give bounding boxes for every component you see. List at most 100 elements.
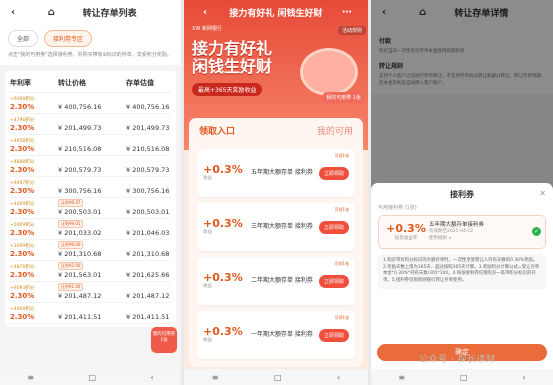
rate-value: 2.30% [10,123,35,132]
home-icon[interactable]: ⌂ [44,7,58,18]
valuation-cell: ¥ 201,310.68 [126,249,170,258]
valuation-cell: ¥ 201,625.66 [126,270,170,279]
claim-button[interactable]: 立即领取 [318,166,349,180]
points-badge: +5009积分 [10,222,35,228]
price-cell: ¥ 201,310.68 [58,249,102,258]
offer-name: 五年期大额存单 接利券 [251,168,313,176]
offer-rate-unit: 收益 [203,175,212,181]
table-row[interactable]: +4876积分 2.30% 让利¥2.00 ¥ 201,563.01 ¥ 201,625… [10,261,171,282]
page-title: 转让存单列表 [82,8,137,19]
header-valuation: 存单估值 [126,78,154,87]
price-cell: ¥ 201,499.73 [58,123,102,132]
valuation-cell: ¥ 201,499.73 [126,123,170,132]
tab-my-coupons[interactable]: 我的可用 [317,124,353,137]
claim-count: 可领1张 [334,261,349,266]
rate-cell: +4958积分 2.30% [10,136,58,155]
back-nav-icon[interactable]: ‹ [337,373,340,382]
tab-all[interactable]: 全部 [8,30,39,47]
table-row[interactable]: +4888积分 2.30% ¥ 200,579.73 ¥ 200,579.73 [10,156,171,177]
discount-tag: 让利¥1.00 [58,282,84,291]
rate-value: 2.30% [10,270,35,279]
coupon-expiry: 有效期至2025-04-22 [429,229,474,235]
menu-icon[interactable]: ≡ [27,373,34,382]
discount-tag: 让利¥9.37 [58,198,84,207]
tab-claim[interactable]: 领取入口 [199,124,235,137]
valuation-cell: ¥ 201,411.51 [126,312,170,321]
rate-value: 2.30% [10,312,35,321]
top-bar: ‹ ⌂ 转让存单列表 [0,0,181,24]
price-cell: ¥ 201,411.51 [58,312,102,321]
rate-cell: +5009积分 2.30% [10,220,58,239]
close-icon[interactable]: ✕ [539,189,546,198]
table-row[interactable]: +9497积分 2.30% ¥ 300,756.16 ¥ 300,756.16 [10,177,171,198]
detail-screen: ‹ ⌂ 转让存单详情 付款 购买当日一次性支付存单本金及持有期利息 转让规则 支… [371,0,553,385]
home-nav-icon[interactable]: □ [460,373,468,382]
claim-button[interactable]: 立即领取 [318,274,349,288]
offer-rate-unit: 收益 [203,337,212,343]
system-nav: ≡ □ ‹ [0,369,181,385]
offer-rate: +0.3% 收益 [203,164,251,181]
table-row[interactable]: +5009积分 2.30% 让利¥9.01 ¥ 201,033.02 ¥ 201,046… [10,219,171,240]
menu-icon[interactable]: ≡ [398,373,405,382]
more-icon[interactable]: ⋯ [340,7,354,18]
claim-button[interactable]: 立即领取 [318,220,349,234]
home-nav-icon[interactable]: □ [88,373,96,382]
coupon-sheet: 接利券 ✕ 可用接利券 (1张) +0.3% 加息收益率 五年期大额存单接利券 … [371,183,553,385]
back-nav-icon[interactable]: ‹ [522,373,525,382]
offer-rate-unit: 收益 [203,229,212,235]
valuation-cell: ¥ 200,579.73 [126,165,170,174]
coupon-description: 1.购买带有积分标识的大额存单时，一次性享受转让人持有天数的0.30%奖励。2.… [378,253,546,290]
coupon-tabs: 领取入口 我的可用 [193,122,359,143]
table-row[interactable]: +9469积分 2.30% ¥ 400,756.16 ¥ 400,756.16 [10,93,171,114]
coupon-offer-card: +0.3% 收益 二年期大额存单 接利券 立即领取 可领1张 [197,257,355,305]
claim-button[interactable]: 立即领取 [318,328,349,342]
page-title: 接力有好礼 闲钱生好财 [229,8,323,19]
valuation-cell: ¥ 200,503.01 [126,207,170,216]
offer-name: 三年期大额存单 接利券 [251,222,313,230]
menu-icon[interactable]: ≡ [212,373,219,382]
table-row[interactable]: +4796积分 2.30% ¥ 201,499.73 ¥ 201,499.73 [10,114,171,135]
coupon-card[interactable]: +0.3% 加息收益率 五年期大额存单接利券 有效期至2025-04-22 使用… [378,215,546,249]
back-icon[interactable]: ‹ [198,7,212,18]
table-row[interactable]: +4469积分 2.30% 让利¥9.37 ¥ 200,503.01 ¥ 200,503… [10,198,171,219]
header-rate: 年利率 [10,78,31,87]
tab-coupon-zone[interactable]: 接利券专区 [44,30,93,47]
valuation-cell: ¥ 201,046.03 [126,228,170,237]
rules-link[interactable]: 活动规则 [337,26,366,35]
price-cell: ¥ 201,563.01 [58,270,102,279]
my-coupon-float[interactable]: 我的可用券 1张 [151,327,177,353]
available-count: 可用接利券 (1张) [378,205,417,211]
price-cell: ¥ 200,579.73 [58,165,102,174]
offer-rate-unit: 收益 [203,283,212,289]
valuation-cell: ¥ 201,487.12 [126,291,170,300]
table-row[interactable]: +3099积分 2.30% 让利¥9.00 ¥ 201,310.68 ¥ 201,310… [10,240,171,261]
home-nav-icon[interactable]: □ [274,373,282,382]
points-badge: +4888积分 [10,159,35,165]
back-icon[interactable]: ‹ [6,7,20,18]
valuation-cell: ¥ 400,756.16 [126,102,170,111]
headline-sub: 最高+365天奖励收益 [192,82,263,96]
rate-cell: +4796积分 2.30% [10,115,58,134]
table-row[interactable]: +9093积分 2.30% 让利¥1.00 ¥ 201,487.12 ¥ 201,487… [10,282,171,303]
transfer-list-screen: ‹ ⌂ 转让存单列表 全部 接利券专区 点击"我的可用券"选择接利券，并购买带有… [0,0,181,385]
table-row[interactable]: +4958积分 2.30% ¥ 210,516.08 ¥ 210,516.08 [10,135,171,156]
offer-rate-value: +0.3% [203,217,243,231]
rate-value: 2.30% [10,165,35,174]
coupon-offer-card: +0.3% 收益 三年期大额存单 接利券 立即领取 可领1张 [197,203,355,251]
coupon-name: 五年期大额存单接利券 [429,222,485,228]
sheet-title: 接利券 ✕ [378,189,546,200]
system-nav: ≡ □ ‹ [371,369,553,385]
table-row[interactable]: +4469积分 2.30% ¥ 201,411.51 ¥ 201,411.51 [10,303,171,324]
discount-tag: 让利¥2.00 [58,261,84,270]
rate-cell: +4469积分 2.30% [10,199,58,218]
coupon-rate-value: +0.3% [386,222,426,236]
check-icon[interactable]: ✓ [532,227,541,237]
back-nav-icon[interactable]: ‹ [151,373,154,382]
bank-logo: XW 新网银行 [192,26,222,32]
discount-tag: 让利¥9.00 [58,240,84,249]
rate-value: 2.30% [10,249,35,258]
my-coupon-bubble[interactable]: 我的可用券 1张 [322,92,365,103]
coupon-rules-toggle[interactable]: 使用规则 ∧ [429,236,532,243]
points-badge: +4469积分 [10,201,35,207]
rate-cell: +3099积分 2.30% [10,241,58,260]
